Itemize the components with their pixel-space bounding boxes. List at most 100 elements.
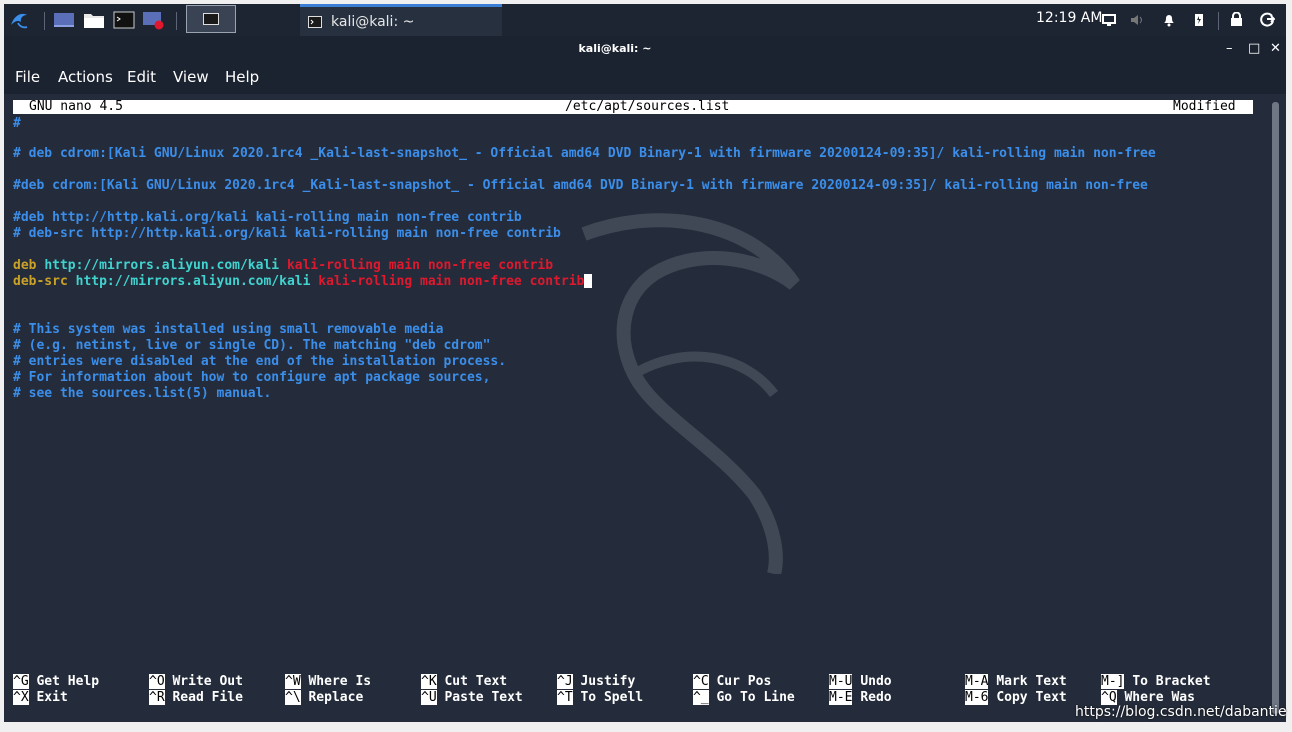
deb-mirror-line: deb http://mirrors.aliyun.com/kali kali-…	[13, 258, 553, 274]
shortcut-key: ^W	[285, 674, 301, 689]
battery-icon[interactable]	[1194, 12, 1204, 31]
shortcut-exit[interactable]: ^X Exit	[13, 690, 68, 706]
file-line: # This system was installed using small …	[13, 322, 444, 337]
debsrc-dist: kali-rolling	[318, 274, 413, 289]
debsrc-keyword: deb-src	[13, 274, 68, 289]
shortcut-undo[interactable]: M-U Undo	[829, 674, 892, 690]
deb-keyword: deb	[13, 258, 37, 273]
shortcut-label: Paste Text	[444, 690, 523, 705]
shortcut-key: M-U	[829, 674, 853, 689]
shortcut-key: M-A	[965, 674, 989, 689]
shortcut-label: Replace	[308, 690, 364, 705]
menu-help[interactable]: Help	[225, 68, 259, 86]
nano-modified-status: Modified	[1173, 99, 1236, 114]
shortcut-justify[interactable]: ^J Justify	[557, 674, 635, 690]
shortcut-read-file[interactable]: ^R Read File	[149, 690, 243, 706]
debsrc-mirror-line: deb-src http://mirrors.aliyun.com/kali k…	[13, 274, 593, 290]
minimize-button[interactable]: –	[1226, 41, 1233, 56]
file-line: #deb cdrom:[Kali GNU/Linux 2020.1rc4 _Ka…	[13, 178, 1148, 193]
shortcut-label: Go To Line	[716, 690, 795, 705]
shortcut-replace[interactable]: ^\ Replace	[285, 690, 363, 706]
desktop-icon[interactable]	[52, 8, 76, 32]
terminal-icon[interactable]	[112, 8, 136, 32]
menu-file[interactable]: File	[15, 68, 40, 86]
kali-dragon-watermark-icon	[581, 213, 800, 574]
shortcut-key: ^G	[13, 674, 29, 689]
shortcut-cut-text[interactable]: ^K Cut Text	[421, 674, 507, 690]
nano-filename: /etc/apt/sources.list	[565, 99, 730, 114]
workspace-1[interactable]	[186, 5, 236, 33]
window-title: kali@kali: ~	[578, 42, 652, 55]
menu-edit[interactable]: Edit	[127, 68, 156, 86]
debsrc-components: main non-free contrib	[420, 274, 585, 289]
taskbar-label: kali@kali: ~	[331, 13, 415, 30]
kali-menu-icon[interactable]	[6, 8, 32, 32]
file-line: # For information about how to configure…	[13, 370, 491, 385]
menu-bar: File Actions Edit View Help	[4, 62, 1286, 94]
nano-title-bar: GNU nano 4.5 /etc/apt/sources.list Modif…	[13, 100, 1253, 114]
lock-screen-icon[interactable]	[1230, 11, 1243, 31]
shortcut-to-spell[interactable]: ^T To Spell	[557, 690, 643, 706]
close-button[interactable]: ✕	[1270, 41, 1281, 56]
csdn-watermark: https://blog.csdn.net/dabantie	[1075, 704, 1287, 720]
file-line: #	[13, 116, 21, 131]
taskbar-terminal-button[interactable]: kali@kali: ~	[300, 4, 502, 36]
shortcut-key: ^\	[285, 690, 301, 705]
window-titlebar[interactable]: kali@kali: ~ – □ ✕	[4, 36, 1286, 62]
maximize-button[interactable]: □	[1248, 41, 1260, 56]
display-icon[interactable]	[1102, 12, 1116, 31]
shortcut-label: To Bracket	[1132, 674, 1211, 689]
shortcut-cur-pos[interactable]: ^C Cur Pos	[693, 674, 771, 690]
shortcut-to-bracket[interactable]: M-] To Bracket	[1101, 674, 1211, 690]
file-line: # entries were disabled at the end of th…	[13, 354, 507, 369]
shortcut-key: ^K	[421, 674, 437, 689]
shortcut-key: ^C	[693, 674, 709, 689]
shortcut-copy-text[interactable]: M-6 Copy Text	[965, 690, 1067, 706]
shortcut-label: Cur Pos	[716, 674, 772, 689]
shortcut-key: ^Q	[1101, 690, 1117, 705]
menu-view[interactable]: View	[173, 68, 209, 86]
shortcut-paste-text[interactable]: ^U Paste Text	[421, 690, 523, 706]
shortcut-label: Read File	[172, 690, 243, 705]
shortcut-key: ^U	[421, 690, 437, 705]
files-icon[interactable]	[82, 8, 106, 32]
terminal-scrollbar[interactable]	[1272, 102, 1279, 714]
shortcut-key: M-]	[1101, 674, 1125, 689]
file-line: # (e.g. netinst, live or single CD). The…	[13, 338, 491, 353]
shortcut-label: Where Was	[1124, 690, 1195, 705]
shortcut-key: M-6	[965, 690, 989, 705]
terminal-icon	[308, 15, 322, 28]
shortcut-label: Get Help	[36, 674, 100, 689]
shortcut-label: Redo	[860, 690, 892, 705]
shortcut-key: ^J	[557, 674, 573, 689]
shortcut-label: Mark Text	[996, 674, 1067, 689]
file-line: # deb-src http://http.kali.org/kali kali…	[13, 226, 561, 241]
shortcut-where-is[interactable]: ^W Where Is	[285, 674, 371, 690]
notification-bell-icon[interactable]	[1162, 12, 1176, 31]
volume-icon[interactable]	[1130, 12, 1146, 31]
shortcut-mark-text[interactable]: M-A Mark Text	[965, 674, 1067, 690]
text-cursor	[584, 274, 593, 288]
shortcut-key: M-E	[829, 690, 853, 705]
shortcut-key: ^X	[13, 690, 29, 705]
clock[interactable]: 12:19 AM	[1036, 10, 1102, 26]
deb-dist: kali-rolling	[286, 258, 381, 273]
shortcut-go-to-line[interactable]: ^_ Go To Line	[693, 690, 795, 706]
logout-icon[interactable]	[1260, 12, 1276, 31]
shortcut-redo[interactable]: M-E Redo	[829, 690, 892, 706]
shortcut-label: Exit	[36, 690, 68, 705]
shortcut-key: ^T	[557, 690, 573, 705]
screen-recorder-icon[interactable]	[142, 8, 166, 32]
shortcut-get-help[interactable]: ^G Get Help	[13, 674, 99, 690]
file-line: # see the sources.list(5) manual.	[13, 386, 272, 401]
workspace-2[interactable]	[238, 5, 288, 33]
shortcut-write-out[interactable]: ^O Write Out	[149, 674, 243, 690]
terminal-area[interactable]: GNU nano 4.5 /etc/apt/sources.list Modif…	[4, 94, 1286, 722]
file-line: # deb cdrom:[Kali GNU/Linux 2020.1rc4 _K…	[13, 146, 1156, 161]
shortcut-key: ^_	[693, 690, 709, 705]
menu-actions[interactable]: Actions	[58, 68, 113, 86]
deb-components: main non-free contrib	[388, 258, 554, 273]
shortcut-label: Undo	[860, 674, 892, 689]
debsrc-url: http://mirrors.aliyun.com/kali	[75, 274, 311, 289]
top-panel: kali@kali: ~ 12:19 AM	[4, 4, 1286, 36]
